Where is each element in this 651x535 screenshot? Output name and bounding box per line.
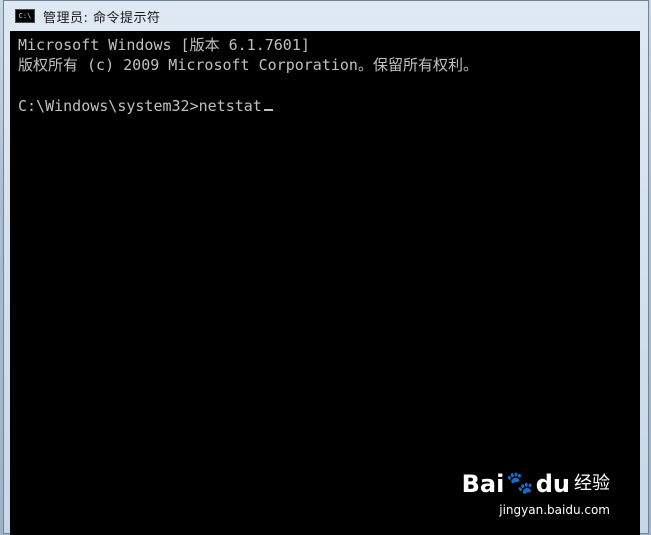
console-line-version: Microsoft Windows [版本 6.1.7601] bbox=[18, 36, 310, 54]
console-output-area[interactable]: Microsoft Windows [版本 6.1.7601] 版权所有 (c)… bbox=[10, 31, 640, 535]
console-line-copyright: 版权所有 (c) 2009 Microsoft Corporation。保留所有… bbox=[18, 56, 478, 74]
console-prompt-line[interactable]: C:\Windows\system32>netstat bbox=[18, 96, 273, 117]
command-prompt-window[interactable]: C:\ 管理员: 命令提示符 Microsoft Windows [版本 6.1… bbox=[3, 0, 649, 535]
watermark-url: jingyan.baidu.com bbox=[499, 503, 610, 517]
console-prompt: C:\Windows\system32> bbox=[18, 97, 199, 115]
watermark-logo-suffix: 经验 bbox=[574, 473, 610, 494]
console-app-icon[interactable]: C:\ bbox=[15, 9, 35, 23]
text-cursor bbox=[263, 109, 273, 111]
baidu-jingyan-watermark: Bai 🐾 du 经验 jingyan.baidu.com bbox=[430, 470, 610, 521]
window-title: 管理员: 命令提示符 bbox=[43, 10, 161, 26]
watermark-logo-text: Bai bbox=[461, 470, 505, 498]
paw-icon: 🐾 bbox=[506, 471, 534, 496]
watermark-logo-mark: du bbox=[535, 470, 570, 498]
console-input[interactable]: netstat bbox=[199, 97, 262, 115]
window-titlebar[interactable]: C:\ 管理员: 命令提示符 bbox=[4, 1, 648, 31]
watermark-logo: Bai 🐾 du 经验 bbox=[430, 470, 610, 498]
